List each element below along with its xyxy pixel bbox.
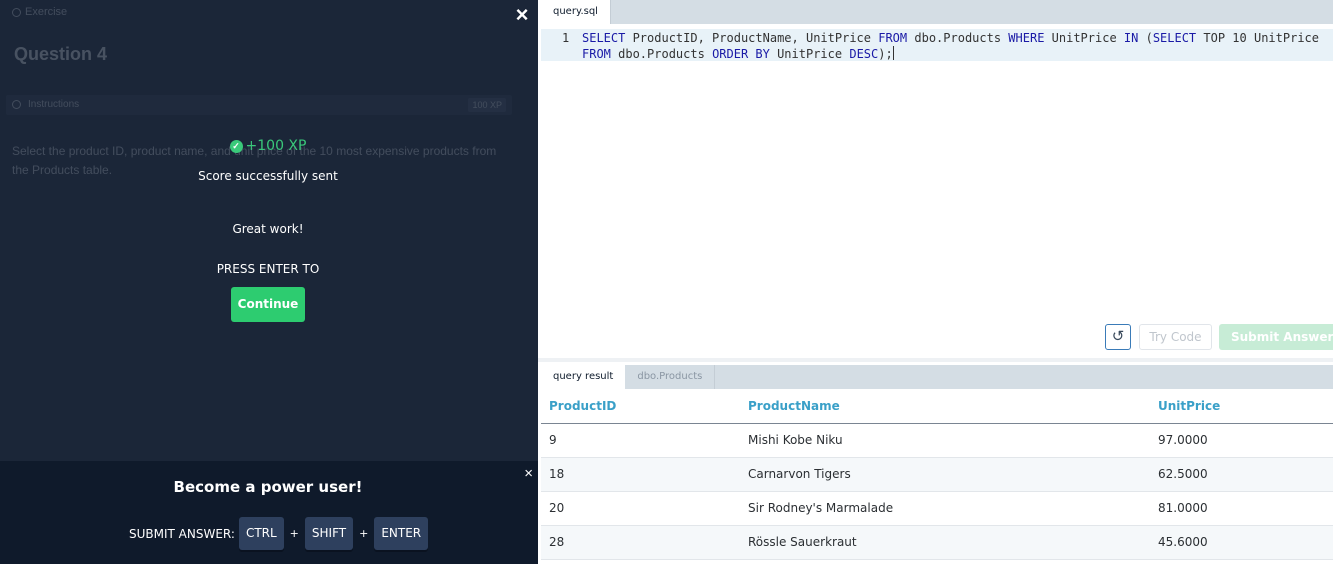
sql-token: ( (1138, 31, 1153, 45)
result-tabbar: query result dbo.Products (541, 365, 1333, 389)
tab-query-sql[interactable]: query.sql (541, 0, 610, 24)
plus-sign: + (289, 527, 299, 540)
xp-gained: +100 XP (245, 138, 307, 154)
sql-token: ProductID, ProductName, UnitPrice (625, 31, 879, 45)
close-icon[interactable]: × (512, 4, 532, 26)
submit-shortcut: SUBMIT ANSWER: CTRL + SHIFT + ENTER (129, 517, 429, 550)
submit-shortcut-label: SUBMIT ANSWER: (129, 526, 235, 541)
table-cell: Sir Rodney's Marmalade (740, 491, 1150, 526)
table-cell: Carnarvon Tigers (740, 457, 1150, 492)
table-cell: 9 (541, 423, 740, 458)
sql-token: dbo.Products (610, 47, 713, 61)
table-cell: Rössle Sauerkraut (740, 525, 1150, 560)
sql-token: UnitPrice (1044, 31, 1124, 45)
xp-badge: 100 XP (468, 98, 506, 112)
instructions-label: Instructions (28, 99, 80, 110)
submit-answer-button[interactable]: Submit Answer (2) (1219, 324, 1333, 350)
table-cell: 62.5000 (1150, 457, 1333, 492)
success-modal: ✓ +100 XP Score successfully sent Great … (0, 136, 536, 322)
sql-keyword: ORDER BY (712, 47, 770, 61)
info-icon (12, 7, 21, 17)
sql-keyword: WHERE (1008, 31, 1045, 45)
column-header: UnitPrice (1150, 389, 1333, 424)
table-cell: 28 (541, 525, 740, 560)
tab-dbo-products[interactable]: dbo.Products (625, 365, 714, 389)
reset-icon[interactable]: ↺ (1105, 324, 1131, 350)
table-cell: 45.6000 (1150, 525, 1333, 560)
sql-token: UnitPrice (769, 47, 850, 61)
question-title: Question 4 (14, 44, 108, 64)
power-user-banner: × Become a power user! SUBMIT ANSWER: CT… (0, 461, 538, 564)
key-ctrl: CTRL (238, 517, 284, 550)
text-cursor (892, 46, 894, 60)
sql-token: ); (878, 47, 893, 61)
sql-keyword: FROM (878, 31, 908, 45)
breadcrumb-label: Exercise (25, 6, 68, 18)
sql-keyword: FROM (582, 47, 611, 61)
tab-divider (714, 365, 716, 389)
sql-keyword: SELECT (1152, 31, 1197, 45)
table-row: 28 Rössle Sauerkraut 45.6000 (541, 525, 1333, 560)
code-editor[interactable]: 1 SELECT ProductID, ProductName, UnitPri… (541, 24, 1333, 324)
sql-token: TOP 10 UnitPrice (1196, 31, 1319, 45)
column-header: ProductID (541, 389, 740, 424)
try-code-button[interactable]: Try Code (1139, 324, 1212, 350)
table-row: 18 Carnarvon Tigers 62.5000 (541, 457, 1333, 492)
table-row: 9 Mishi Kobe Niku 97.0000 (541, 423, 1333, 458)
sql-keyword: SELECT (582, 31, 626, 45)
sql-token: dbo.Products (907, 31, 1009, 45)
editor-tabbar: query.sql (541, 0, 1333, 24)
key-enter: ENTER (374, 517, 429, 550)
table-cell: 81.0000 (1150, 491, 1333, 526)
line-number: 1 (562, 31, 570, 45)
table-header-row: ProductID ProductName UnitPrice (541, 389, 1333, 424)
check-icon: ✓ (229, 139, 243, 153)
instructions-icon (12, 100, 21, 109)
tab-divider (609, 0, 611, 24)
tab-query-result[interactable]: query result (541, 365, 626, 389)
table-cell: Mishi Kobe Niku (740, 423, 1150, 458)
great-work-message: Great work! (232, 222, 304, 236)
sql-keyword: IN (1123, 31, 1139, 45)
exercise-panel: Exercise Question 4 Instructions 100 XP … (0, 0, 538, 564)
xp-row: ✓ +100 XP (0, 136, 536, 156)
score-sent-message: Score successfully sent (198, 169, 338, 183)
table-cell: 97.0000 (1150, 423, 1333, 458)
workspace-panel: query.sql 1 SELECT ProductID, ProductNam… (538, 0, 1333, 564)
instructions-bar: Instructions 100 XP (6, 95, 512, 115)
result-table: ProductID ProductName UnitPrice 9 Mishi … (541, 389, 1333, 560)
sql-code[interactable]: SELECT ProductID, ProductName, UnitPrice… (582, 30, 1319, 62)
table-cell: 20 (541, 491, 740, 526)
column-header: ProductName (740, 389, 1150, 424)
plus-sign: + (359, 527, 369, 540)
breadcrumb: Exercise (12, 6, 67, 18)
key-shift: SHIFT (304, 517, 354, 550)
panel-divider[interactable] (538, 358, 1333, 362)
table-cell: 18 (541, 457, 740, 492)
power-user-title: Become a power user! (173, 478, 363, 496)
continue-button[interactable]: Continue (231, 287, 305, 322)
sql-keyword: DESC (849, 47, 879, 61)
press-enter-hint: PRESS ENTER TO (216, 262, 320, 276)
table-row: 20 Sir Rodney's Marmalade 81.0000 (541, 491, 1333, 526)
